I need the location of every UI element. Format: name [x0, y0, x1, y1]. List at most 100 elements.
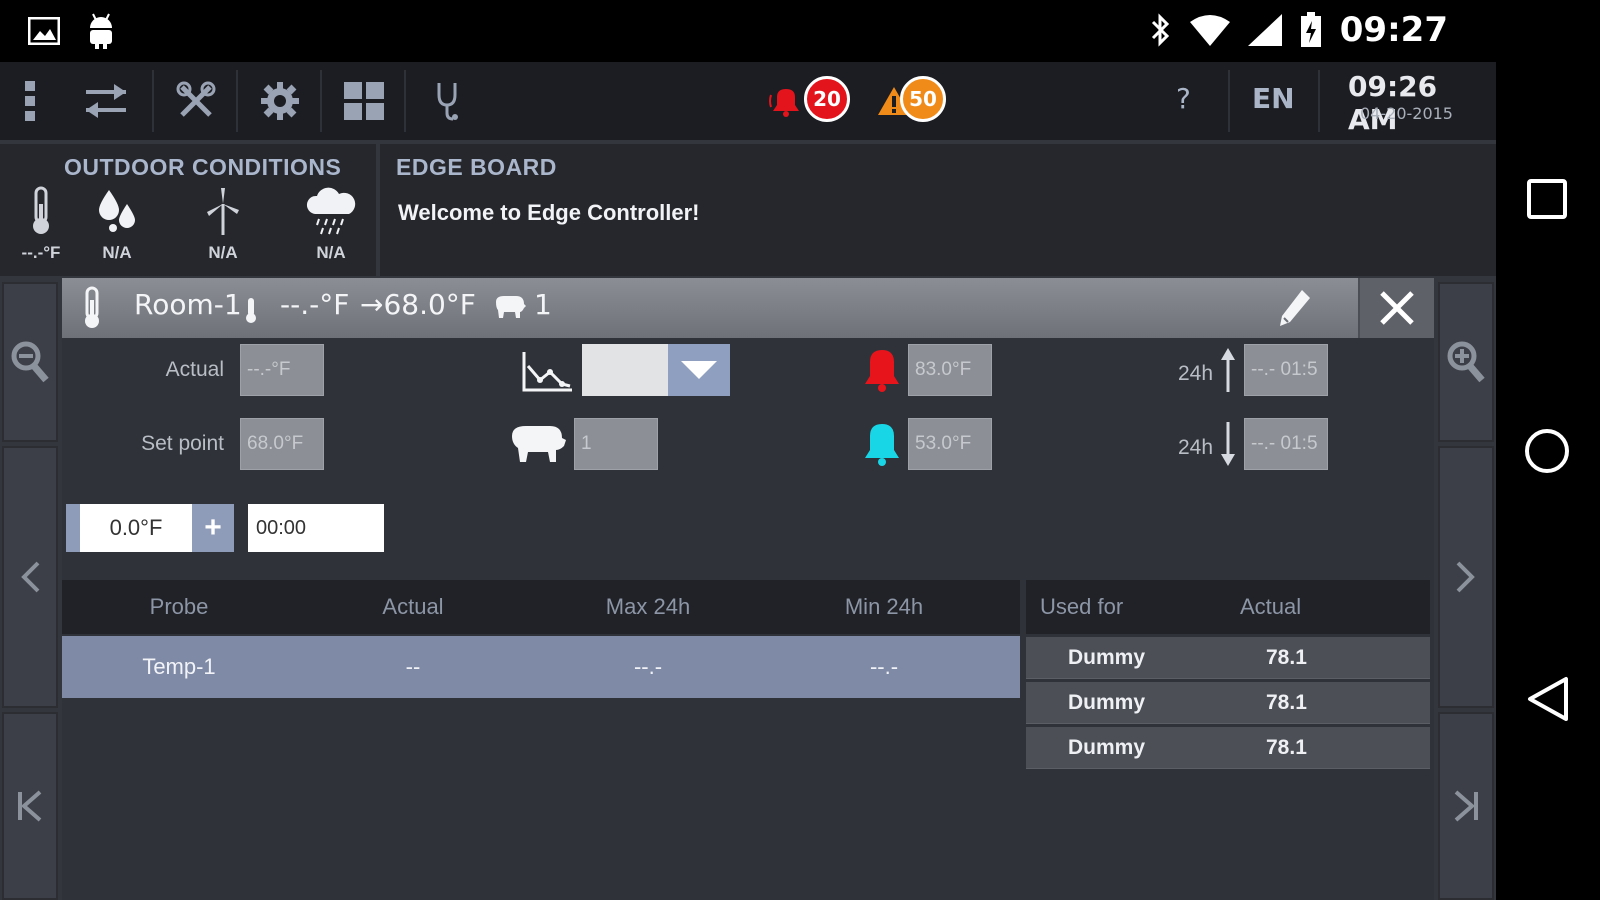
close-room-button[interactable]	[1358, 278, 1434, 338]
help-button[interactable]: ?	[1176, 82, 1191, 115]
min24-cell: --.-	[869, 654, 899, 679]
next-button[interactable]	[1438, 446, 1494, 708]
zoom-in-button[interactable]	[1438, 282, 1494, 442]
edit-room-button[interactable]	[1278, 288, 1312, 333]
warning-count-badge[interactable]: 50	[900, 76, 946, 122]
zoom-out-button[interactable]	[2, 282, 58, 442]
high-alarm-bell-icon	[865, 350, 899, 392]
max24-label: 24h	[1178, 362, 1214, 385]
toolbar-separator	[152, 70, 154, 132]
animals-value[interactable]: 1	[574, 418, 658, 470]
min24-header: Min 24h	[844, 594, 924, 619]
max24-value: --.- 01:5	[1244, 344, 1328, 396]
bell-icon	[769, 89, 799, 117]
status-time: 09:27	[1339, 10, 1448, 50]
table-row[interactable]: Temp-1 -- --.- --.-	[62, 636, 1020, 698]
android-status-bar: 09:27	[0, 0, 1496, 62]
toolbar-separator	[404, 70, 406, 132]
arrow-up-icon	[1221, 348, 1235, 392]
room-thermometer-icon	[85, 286, 99, 328]
settings-button[interactable]	[246, 62, 314, 140]
table-row[interactable]: Dummy 78.1	[1026, 682, 1430, 724]
curve-dropdown-toggle[interactable]	[668, 344, 730, 396]
actual-label: Actual	[165, 358, 224, 381]
main-toolbar: 20 50 ? EN 09:26 AM 04-20-2015	[0, 62, 1496, 140]
time-input[interactable]: 00:00	[248, 504, 384, 552]
grid-icon	[344, 82, 384, 120]
chevron-down-icon	[681, 361, 717, 379]
high-alarm-value[interactable]: 83.0°F	[908, 344, 992, 396]
actual-cell: --	[405, 654, 421, 679]
setpoint-label: Set point	[141, 432, 224, 455]
arrow-down-icon	[1221, 422, 1235, 466]
table-row[interactable]: Dummy 78.1	[1026, 637, 1430, 679]
used-actual-cell: 78.1	[1266, 645, 1307, 669]
adjust-button[interactable]	[72, 62, 140, 140]
low-alarm-value[interactable]: 53.0°F	[908, 418, 992, 470]
outdoor-conditions-title: OUTDOOR CONDITIONS	[64, 154, 342, 180]
min24-value: --.- 01:5	[1244, 418, 1328, 470]
outdoor-temperature-value: --.-°F	[21, 243, 61, 262]
rain-cloud-icon	[306, 187, 356, 235]
recents-button[interactable]	[1526, 178, 1568, 225]
outdoor-wind: N/A	[188, 186, 258, 263]
used-for-header: Used for	[1040, 594, 1124, 619]
gear-icon	[261, 82, 299, 120]
toolbar-separator	[1318, 70, 1320, 132]
tools-icon	[176, 81, 216, 117]
bluetooth-icon	[1151, 13, 1169, 47]
toolbar-separator	[320, 70, 322, 132]
room-header: Room-1 --.-°F →68.0°F 1	[62, 278, 1434, 338]
used-for-cell: Dummy	[1068, 735, 1146, 759]
wifi-icon	[1189, 15, 1230, 46]
small-thermometer-icon	[246, 298, 256, 323]
clock-date: 04-20-2015	[1360, 104, 1453, 123]
offset-minus-button[interactable]	[66, 504, 80, 552]
image-icon	[28, 17, 60, 45]
outdoor-humidity-value: N/A	[102, 243, 132, 262]
tools-button[interactable]	[162, 62, 230, 140]
recents-square-icon	[1527, 179, 1567, 219]
skip-last-icon	[1454, 790, 1478, 822]
outdoor-wind-value: N/A	[208, 243, 238, 262]
previous-button[interactable]	[2, 446, 58, 708]
probe-table-header: Probe Actual Max 24h Min 24h	[62, 580, 1020, 634]
wind-turbine-icon	[207, 188, 239, 235]
diagnostics-button[interactable]	[414, 62, 482, 140]
alarm-button[interactable]	[766, 62, 806, 140]
back-triangle-icon	[1528, 677, 1568, 721]
max24-header: Max 24h	[605, 594, 691, 619]
clock-time: 09:26 AM	[1348, 70, 1438, 136]
room-detail-panel: Room-1 --.-°F →68.0°F 1 Actual --.-°F Se…	[62, 278, 1434, 900]
edge-board-message: Welcome to Edge Controller!	[398, 200, 700, 225]
alarm-count-badge[interactable]: 20	[804, 76, 850, 122]
menu-button[interactable]	[14, 62, 46, 140]
android-nav-bar	[1496, 0, 1600, 900]
chevron-left-icon	[21, 561, 40, 593]
min24-label: 24h	[1178, 436, 1214, 459]
language-selector[interactable]: EN	[1252, 82, 1295, 115]
first-page-button[interactable]	[2, 712, 58, 900]
home-button[interactable]	[1524, 428, 1570, 479]
dashboard-button[interactable]	[330, 62, 398, 140]
probe-header: Probe	[149, 594, 209, 619]
chevron-right-icon	[1456, 561, 1475, 593]
actual-header: Actual	[382, 594, 444, 619]
table-row[interactable]: Dummy 78.1	[1026, 727, 1430, 769]
offset-input[interactable]: 0.0°F	[80, 504, 192, 552]
setpoint-value[interactable]: 68.0°F	[240, 418, 324, 470]
used-actual-cell: 78.1	[1266, 735, 1307, 759]
app-window: 20 50 ? EN 09:26 AM 04-20-2015 OUTDOOR C…	[0, 62, 1496, 900]
used-for-table: Used for Actual Dummy 78.1 Dummy 78.1 Du…	[1026, 580, 1430, 769]
sliders-icon	[86, 84, 126, 118]
used-actual-header: Actual	[1240, 594, 1302, 619]
back-button[interactable]	[1526, 676, 1570, 727]
signal-icon	[1247, 14, 1282, 46]
offset-plus-button[interactable]: +	[192, 504, 234, 552]
used-actual-cell: 78.1	[1266, 690, 1307, 714]
zoom-in-icon	[1447, 341, 1485, 383]
pig-small-icon	[496, 296, 526, 318]
used-for-cell: Dummy	[1068, 690, 1146, 714]
pig-icon	[512, 426, 566, 462]
last-page-button[interactable]	[1438, 712, 1494, 900]
